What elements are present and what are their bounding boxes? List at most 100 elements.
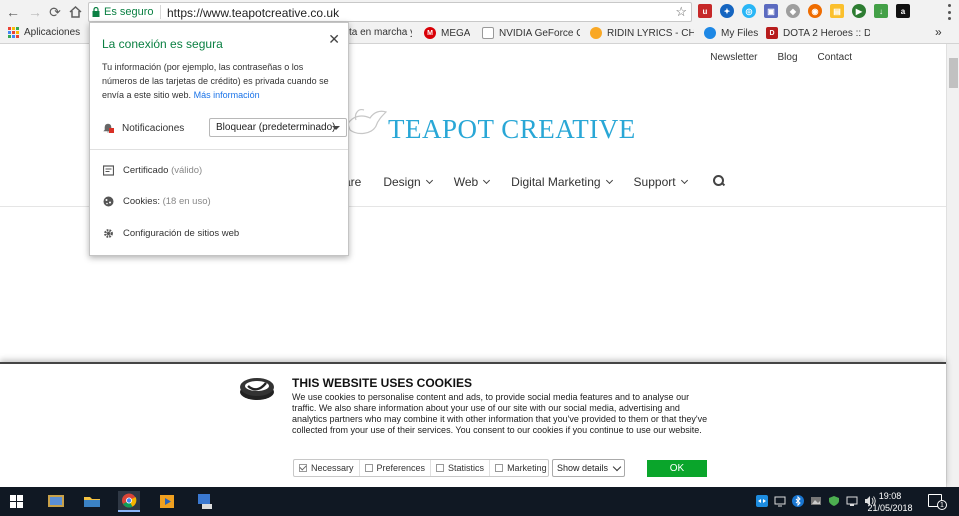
site-info-popup: La conexión es segura ✕ Tu información (… xyxy=(89,22,349,256)
notifications-select[interactable]: Bloquear (predeterminado) xyxy=(209,118,347,137)
newsletter-link[interactable]: Newsletter xyxy=(710,52,757,63)
cookie-icon xyxy=(103,196,114,207)
notifications-row: Notificaciones Bloquear (predeterminado) xyxy=(102,118,347,138)
notification-bell-icon xyxy=(103,123,114,133)
apps-grid-icon xyxy=(8,27,19,38)
bookmark-item[interactable]: sta en marcha y xyxy=(344,27,412,38)
extensions-bar: u ✦ ◎ ▣ ◆ ◉ ▤ ▶ ↓ a xyxy=(698,4,910,18)
lock-icon xyxy=(92,7,100,17)
teamviewer-icon[interactable] xyxy=(756,495,768,507)
scrollbar-thumb[interactable] xyxy=(949,58,958,88)
nav-item-design[interactable]: Design xyxy=(383,175,433,189)
browser-toolbar: ← → ⟳ Es seguro https://www.teapotcreati… xyxy=(0,0,959,24)
taskbar-app-explorer-window[interactable] xyxy=(45,491,67,512)
chrome-icon xyxy=(122,493,137,508)
play-extension-icon[interactable]: ▶ xyxy=(852,4,866,18)
globe-extension-icon[interactable]: ◎ xyxy=(742,4,756,18)
cookie-banner: THIS WEBSITE USES COOKIES We use cookies… xyxy=(0,362,946,487)
network-icon[interactable] xyxy=(846,495,858,507)
bookmarks-overflow-button[interactable]: » xyxy=(935,25,942,39)
nav-item-web[interactable]: Web xyxy=(454,175,491,189)
marketing-checkbox[interactable] xyxy=(495,464,504,472)
notification-count-badge: 1 xyxy=(937,500,947,510)
amazon-extension-icon[interactable]: a xyxy=(896,4,910,18)
page-scrollbar[interactable] xyxy=(946,44,959,487)
bluetooth-icon[interactable] xyxy=(792,495,804,507)
necessary-option[interactable]: Necessary xyxy=(294,460,360,476)
bookmark-apps[interactable]: Aplicaciones xyxy=(8,27,80,38)
site-info-button[interactable]: Es seguro xyxy=(92,5,161,19)
ublock-extension-icon[interactable]: u xyxy=(698,4,712,18)
system-tray xyxy=(756,495,876,507)
secure-label: Es seguro xyxy=(104,6,154,18)
show-details-dropdown[interactable]: Show details xyxy=(552,459,625,477)
folder-icon xyxy=(84,497,100,507)
dota-icon: D xyxy=(766,27,778,39)
bookmark-ridin-lyrics[interactable]: RIDIN LYRICS - CHA xyxy=(590,27,694,39)
close-icon[interactable]: ✕ xyxy=(328,31,340,48)
bookmark-nvidia[interactable]: NVIDIA GeForce GTX xyxy=(482,27,580,39)
bookmark-my-files[interactable]: My Files xyxy=(704,27,758,39)
taskbar-app-file-explorer[interactable] xyxy=(81,491,103,512)
necessary-checkbox[interactable] xyxy=(299,464,307,472)
gear-icon xyxy=(104,229,113,238)
mega-icon: M xyxy=(424,27,436,39)
statistics-checkbox[interactable] xyxy=(436,464,445,472)
certificate-row[interactable]: Certificado (válido) xyxy=(103,165,202,176)
blog-link[interactable]: Blog xyxy=(778,52,798,63)
defender-shield-icon[interactable] xyxy=(828,495,840,507)
chevron-down-icon xyxy=(605,176,613,185)
forward-button[interactable]: → xyxy=(26,3,44,21)
cookie-options: Necessary Preferences Statistics Marketi… xyxy=(293,459,549,477)
contact-link[interactable]: Contact xyxy=(818,52,852,63)
more-info-link[interactable]: Más información xyxy=(194,90,260,100)
clock-time: 19:08 xyxy=(878,491,902,501)
site-settings-row[interactable]: Configuración de sitios web xyxy=(103,228,239,239)
certificate-icon xyxy=(103,165,114,176)
chevron-down-icon xyxy=(425,176,433,185)
taskbar-app-media-player[interactable] xyxy=(156,491,178,512)
download-extension-icon[interactable]: ↓ xyxy=(874,4,888,18)
home-button[interactable] xyxy=(66,3,84,21)
globe-icon xyxy=(590,27,602,39)
home-icon xyxy=(68,6,82,18)
display-icon[interactable] xyxy=(774,495,786,507)
image-extension-icon[interactable]: ▣ xyxy=(764,4,778,18)
popup-description: Tu información (por ejemplo, las contras… xyxy=(102,62,329,100)
browser-menu-button[interactable] xyxy=(944,4,954,20)
statistics-option[interactable]: Statistics xyxy=(431,460,491,476)
pinwheel-extension-icon[interactable]: ✦ xyxy=(720,4,734,18)
bookmark-dota-heroes[interactable]: D DOTA 2 Heroes :: DC xyxy=(766,27,870,39)
reload-button[interactable]: ⟳ xyxy=(46,3,64,21)
nav-item-support[interactable]: Support xyxy=(634,175,688,189)
search-icon[interactable] xyxy=(712,175,725,187)
chevron-down-icon xyxy=(483,176,491,185)
preferences-checkbox[interactable] xyxy=(364,464,373,472)
notifications-label: Notificaciones xyxy=(122,122,185,134)
clock-date: 21/05/2018 xyxy=(867,503,913,513)
marketing-option[interactable]: Marketing xyxy=(490,460,552,476)
preferences-option[interactable]: Preferences xyxy=(360,460,432,476)
window-icon xyxy=(48,495,64,507)
windows-start-icon[interactable] xyxy=(10,495,23,508)
taskbar-app-chrome[interactable] xyxy=(118,491,140,512)
popup-divider xyxy=(90,149,348,150)
nav-item-digital-marketing[interactable]: Digital Marketing xyxy=(511,175,613,189)
media-player-icon xyxy=(160,495,174,508)
logo-text: TEAPOT CREATIVE xyxy=(388,114,636,144)
orange-extension-icon[interactable]: ◉ xyxy=(808,4,822,18)
taskbar-clock[interactable]: 19:08 21/05/2018 xyxy=(866,490,914,514)
taskbar-app-network[interactable] xyxy=(194,491,216,512)
url-text[interactable]: https://www.teapotcreative.co.uk xyxy=(167,6,339,20)
image-tray-icon[interactable] xyxy=(810,495,822,507)
cookie-ok-button[interactable]: OK xyxy=(647,460,707,477)
back-button[interactable]: ← xyxy=(4,3,22,21)
bookmark-star-icon[interactable]: ☆ xyxy=(675,4,687,20)
address-bar[interactable]: Es seguro https://www.teapotcreative.co.… xyxy=(88,2,692,22)
windows-taskbar: 19:08 21/05/2018 1 xyxy=(0,487,959,516)
cookies-row[interactable]: Cookies: (18 en uso) xyxy=(103,196,211,207)
dota-extension-icon[interactable]: ◆ xyxy=(786,4,800,18)
bookmark-mega[interactable]: M MEGA xyxy=(424,27,470,39)
photo-extension-icon[interactable]: ▤ xyxy=(830,4,844,18)
top-links: Newsletter Blog Contact xyxy=(710,52,852,63)
